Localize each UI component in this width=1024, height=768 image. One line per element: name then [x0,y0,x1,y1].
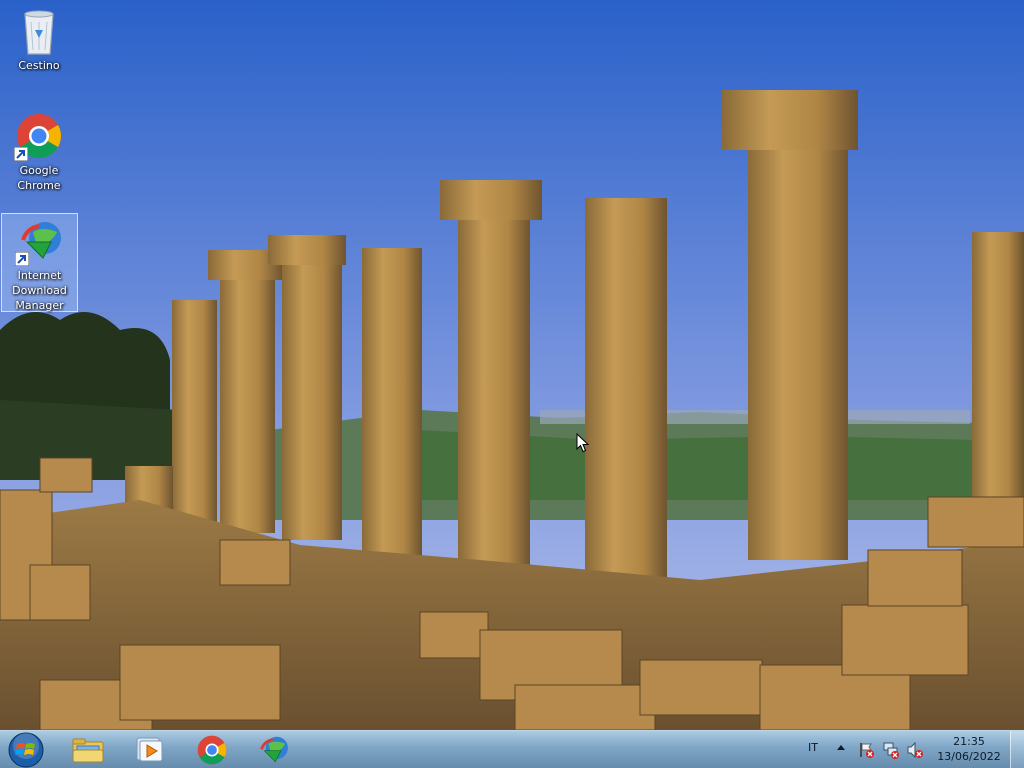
chrome-icon [197,735,227,764]
shortcut-arrow-icon [14,252,29,266]
taskbar-google-chrome[interactable] [188,732,236,767]
desktop-icon-internet-download-manager[interactable]: Internet Download Manager [1,213,78,312]
flag-error-icon[interactable] [858,741,876,759]
network-error-icon[interactable] [882,741,900,759]
language-indicator[interactable]: IT [808,741,818,754]
desktop-wallpaper [0,0,1024,730]
media-player-icon [136,737,163,761]
speaker-muted-icon[interactable] [906,741,924,759]
windows-start-orb-icon [8,732,44,767]
taskbar-internet-download-manager[interactable] [250,732,298,767]
desktop-icon-recycle-bin[interactable]: Cestino [2,4,76,76]
idm-icon [260,736,288,762]
taskbar-clock[interactable]: 21:35 13/06/2022 [930,734,1008,764]
recycle-bin-icon [24,10,54,55]
desktop-icon-label: Google Chrome [17,164,61,192]
desktop-icon-label: Cestino [18,59,60,72]
show-desktop-button[interactable] [1010,731,1024,768]
show-hidden-icons-chevron-icon[interactable] [836,743,846,751]
taskbar: IT 21:35 13/06/2022 [0,730,1024,768]
taskbar-windows-explorer[interactable] [64,732,112,767]
start-button[interactable] [4,732,48,767]
shortcut-arrow-icon [14,147,28,161]
taskbar-media-player[interactable] [126,732,174,767]
desktop-icon-label: Internet Download Manager [12,269,67,312]
mouse-cursor-icon [576,433,589,453]
clock-time: 21:35 [953,735,985,748]
desktop-icon-google-chrome[interactable]: Google Chrome [2,109,76,197]
windows-explorer-icon [72,738,104,762]
clock-date: 13/06/2022 [937,750,1001,763]
